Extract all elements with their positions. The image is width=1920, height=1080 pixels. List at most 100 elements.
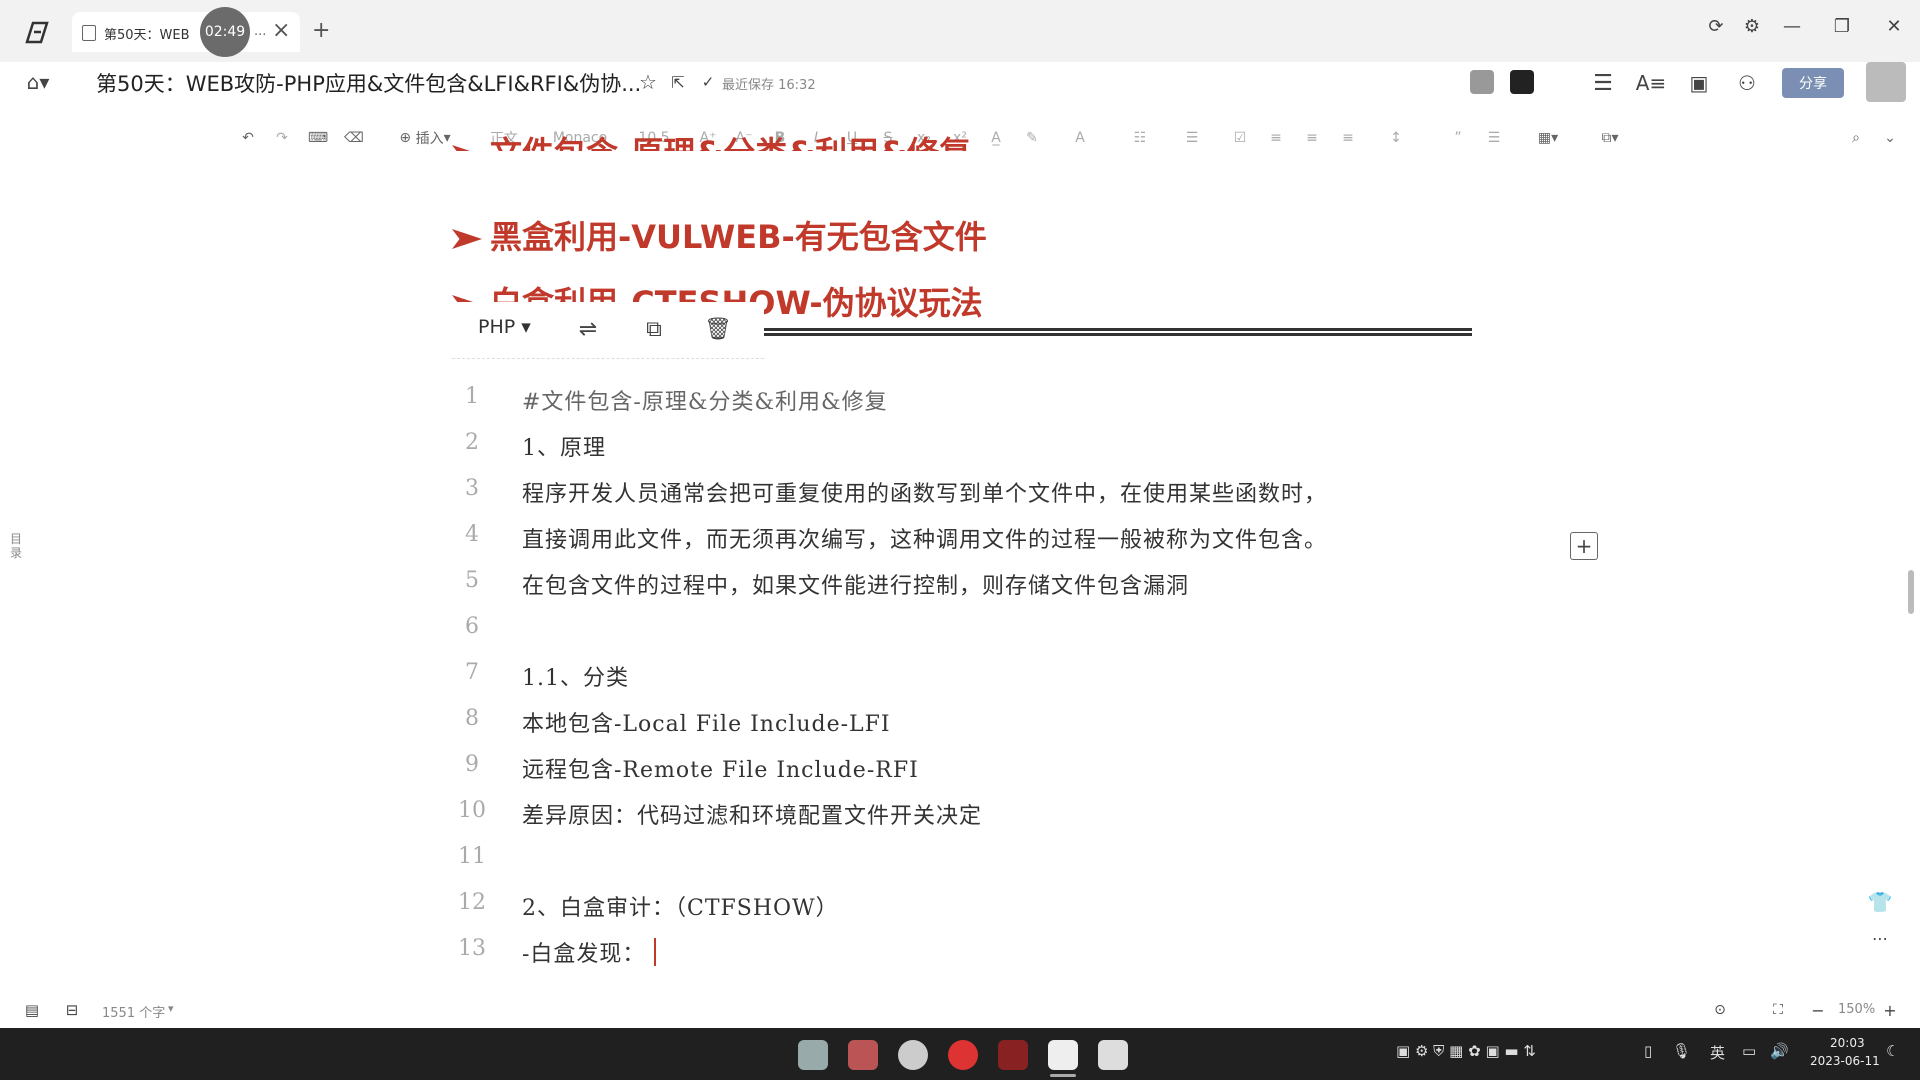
line-text: 差异原因：代码过滤和环境配置文件开关决定 [522, 804, 983, 829]
taskbar-app-icon[interactable] [998, 1040, 1028, 1070]
line-number: 10 [458, 798, 486, 823]
sync-icon[interactable]: ⟳ [1698, 8, 1734, 44]
quote-icon[interactable]: ” [1448, 118, 1468, 158]
highlight-icon[interactable]: ✎ [1022, 118, 1042, 158]
outline-icon[interactable]: ▤ [22, 1000, 42, 1020]
search-icon[interactable]: ⌕ [1844, 118, 1868, 158]
home-icon[interactable]: ⌂▾ [18, 68, 58, 96]
code-line: 2 1、原理 [452, 426, 1552, 472]
code-line: 4 直接调用此文件，而无须再次编写，这种调用文件的过程一般被称为文件包含。 [452, 518, 1552, 564]
document-tab[interactable]: 第50天：WEB 02:49 ... × [72, 7, 300, 57]
word-count-chevron-icon: ▾ [168, 1002, 174, 1015]
scrollbar-thumb[interactable] [1908, 570, 1914, 614]
star-icon[interactable]: ☆ [636, 70, 660, 94]
chevron-down-icon[interactable]: ⌄ [1878, 118, 1902, 158]
fullscreen-icon[interactable]: ⛶ [1768, 1000, 1788, 1020]
zoom-level[interactable]: 150% [1838, 1002, 1875, 1017]
zoom-in-icon[interactable]: + [1880, 1000, 1900, 1020]
code-editor[interactable]: 1 #文件包含-原理&分类&利用&修复 2 1、原理 3 程序开发人员通常会把可重复使… [452, 380, 1552, 978]
window-close-icon[interactable]: ✕ [1876, 8, 1912, 44]
text-effect-icon[interactable]: A̲ [986, 118, 1006, 158]
line-number: 11 [458, 844, 486, 869]
arrow-bullet-icon [452, 229, 482, 249]
collaborator-avatar[interactable] [1510, 70, 1534, 94]
align-left-icon[interactable]: ≡ [1266, 118, 1286, 158]
tray-icons[interactable]: ▣ ⚙ ⛨ ▦ ✿ ▣ ▬ ⇅ [1396, 1042, 1536, 1060]
font-color-icon[interactable]: A [1070, 118, 1090, 158]
folder-icon[interactable] [848, 1040, 878, 1070]
toc-toggle[interactable]: 目录 [10, 532, 24, 560]
chrome-icon[interactable] [948, 1040, 978, 1070]
share-button[interactable]: 分享 [1782, 68, 1844, 98]
eraser-icon[interactable]: ⌫ [342, 118, 366, 158]
clock-date[interactable]: 2023-06-11 [1810, 1054, 1880, 1068]
document-title[interactable]: 第50天：WEB攻防-PHP应用&文件包含&LFI&RFI&伪协... [96, 68, 641, 98]
code-line: 11 [452, 840, 1552, 886]
line-number: 2 [465, 430, 479, 455]
taskbar-app-icon[interactable] [798, 1040, 828, 1070]
play-icon[interactable]: ⊙ [1710, 1000, 1730, 1020]
status-bar: ▤ ⊟ 1551 个字 ▾ ⊙ ⛶ − 150% + [0, 996, 1920, 1026]
more-options-icon[interactable]: ⋯ [1866, 928, 1894, 948]
line-number: 8 [465, 706, 479, 731]
zoom-out-icon[interactable]: − [1808, 1000, 1828, 1020]
collaborate-icon[interactable]: ⚇ [1732, 68, 1762, 98]
microphone-icon[interactable]: 🎙 [1672, 1042, 1691, 1060]
add-comment-icon[interactable]: + [1570, 532, 1598, 560]
tab-close-icon[interactable]: × [272, 18, 290, 43]
battery-icon[interactable]: ▯ [1644, 1042, 1652, 1060]
table-icon[interactable]: ▦▾ [1530, 118, 1566, 158]
text-cursor [654, 938, 656, 966]
input-language[interactable]: 英 [1710, 1042, 1725, 1063]
collaborator-avatar[interactable] [1470, 70, 1494, 94]
menu-icon[interactable]: ☰ [1588, 68, 1618, 98]
present-icon[interactable]: ▣ [1684, 68, 1714, 98]
copy-icon[interactable]: ⧉ [638, 314, 670, 344]
line-number: 1 [465, 384, 479, 409]
line-text: 本地包含-Local File Include-LFI [522, 712, 891, 737]
delete-icon[interactable]: 🗑 [702, 314, 734, 344]
checklist-icon[interactable]: ☑ [1230, 118, 1250, 158]
line-number: 5 [465, 568, 479, 593]
format-painter-icon[interactable]: ⌨ [306, 118, 330, 158]
insert-button[interactable]: ⊕ 插入 ▾ [390, 118, 460, 158]
word-count[interactable]: 1551 个字 [102, 1002, 165, 1021]
code-line: 8 本地包含-Local File Include-LFI [452, 702, 1552, 748]
recording-timer: 02:49 [200, 7, 250, 57]
document-icon [82, 25, 96, 41]
numbered-list-icon[interactable]: ☰ [1182, 118, 1202, 158]
line-number: 13 [458, 936, 486, 961]
new-tab-icon[interactable]: + [312, 18, 330, 43]
more-tools-icon[interactable]: ⧉▾ [1592, 118, 1628, 158]
taskbar-app-icon[interactable] [1098, 1040, 1128, 1070]
app-logo-icon[interactable] [24, 20, 50, 44]
wrap-lines-icon[interactable]: ⇌ [572, 314, 604, 344]
network-icon[interactable]: ▭ [1742, 1042, 1756, 1060]
language-select[interactable]: PHP ▾ [478, 316, 531, 338]
skin-icon[interactable]: 👕 [1866, 888, 1894, 916]
bullet-list-icon[interactable]: ☷ [1130, 118, 1150, 158]
notes-app-icon[interactable] [1048, 1040, 1078, 1070]
title-bar: 第50天：WEB 02:49 ... × + ⟳ ⚙ — ❐ ✕ [0, 0, 1920, 62]
minimize-icon[interactable]: — [1774, 8, 1810, 44]
font-style-icon[interactable]: A≡ [1636, 68, 1666, 98]
line-number: 6 [465, 614, 479, 639]
volume-icon[interactable]: 🔊 [1770, 1042, 1789, 1060]
align-center-icon[interactable]: ≡ [1302, 118, 1322, 158]
clock-time[interactable]: 20:03 [1830, 1036, 1865, 1050]
divider-icon[interactable]: ☰ [1484, 118, 1504, 158]
redo-icon[interactable]: ↷ [270, 118, 294, 158]
edge-icon[interactable] [898, 1040, 928, 1070]
notification-icon[interactable]: ☾ [1886, 1042, 1899, 1060]
maximize-icon[interactable]: ❐ [1824, 8, 1860, 44]
move-icon[interactable]: ⇱ [666, 70, 690, 94]
line-text: #文件包含-原理&分类&利用&修复 [522, 390, 888, 415]
page-view-icon[interactable]: ⊟ [62, 1000, 82, 1020]
undo-icon[interactable]: ↶ [236, 118, 260, 158]
line-spacing-icon[interactable]: ↕ [1386, 118, 1406, 158]
align-right-icon[interactable]: ≡ [1338, 118, 1358, 158]
language-label: PHP [478, 316, 516, 338]
tab-title: 第50天：WEB [104, 28, 190, 43]
settings-icon[interactable]: ⚙ [1734, 8, 1770, 44]
user-avatar[interactable] [1866, 62, 1906, 102]
